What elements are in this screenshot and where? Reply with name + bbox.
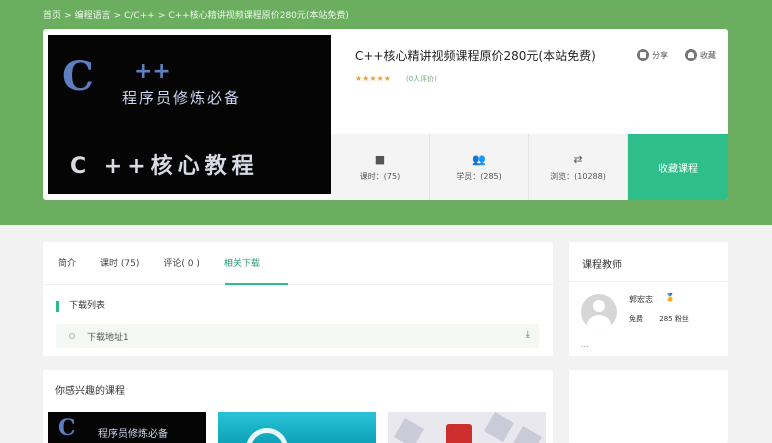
interest-title: 你感兴趣的课程 (55, 386, 125, 397)
interest-panel: 你感兴趣的课程 C 程序员修炼必备 (43, 370, 553, 443)
teacher-meta: 免费 285 粉丝 (629, 314, 703, 324)
course-thumbnail[interactable] (218, 412, 376, 443)
stat-lessons: ■ 课时：(75) (331, 134, 430, 200)
active-tab-indicator (225, 283, 288, 285)
users-icon: 👥 (472, 152, 486, 166)
tab-divider (43, 284, 553, 285)
rating-stars: ★★★★★ (355, 74, 391, 83)
download-item[interactable]: 下载地址1 ⤓ (56, 324, 539, 348)
download-item-label[interactable]: 下载地址1 (87, 330, 129, 343)
cpp-logo (446, 424, 472, 443)
share-label: 分享 (652, 50, 668, 60)
hexagon-shape (483, 412, 515, 443)
thumb-logo-c: C (58, 415, 76, 441)
medal-icon: 🏅 (665, 293, 675, 302)
course-header-card: C ++ 程序员修炼必备 C ++核心教程 C++核心精讲视频课程原价280元(… (43, 29, 728, 200)
cover-big-title: C ++核心教程 (70, 154, 259, 179)
tab-lessons[interactable]: 课时 (75) (100, 256, 139, 269)
breadcrumb-current: C++核心精讲视频课程原价280元(本站免费) (168, 11, 349, 21)
circle-bullet-icon (69, 333, 75, 339)
hexagon-shape (393, 417, 425, 443)
course-tabs-panel: 简介 课时 (75) 评论( 0 ) 相关下载 下载列表 下载地址1 ⤓ (43, 242, 553, 356)
teacher-section-title: 课程教师 (582, 260, 622, 271)
breadcrumb-subcategory[interactable]: C/C++ (124, 11, 155, 21)
share-button[interactable]: 分享 (637, 49, 668, 61)
favorite-button[interactable]: 收藏 (685, 49, 716, 61)
tab-bar: 简介 课时 (75) 评论( 0 ) 相关下载 (58, 256, 284, 269)
teacher-fans: 285 粉丝 (659, 315, 689, 323)
arrows-icon: ⇄ (573, 152, 583, 166)
collect-course-button[interactable]: 收藏课程 (628, 134, 728, 200)
breadcrumb-separator: > (113, 11, 122, 21)
cover-logo-subtitle: 程序员修炼必备 (122, 89, 242, 107)
video-camera-icon: ■ (374, 152, 386, 166)
breadcrumb: 首页 > 编程语言 > C/C++ > C++核心精讲视频课程原价280元(本站免费) (43, 8, 352, 21)
tab-downloads[interactable]: 相关下载 (224, 256, 260, 269)
teacher-name[interactable]: 郭宏志 (629, 294, 653, 305)
course-thumbnail[interactable]: C 程序员修炼必备 (48, 412, 206, 443)
stat-students-label: 学员：(285) (456, 171, 502, 181)
hexagon-shape (511, 425, 543, 443)
breadcrumb-separator: > (157, 11, 166, 21)
cover-logo-plus: ++ (134, 59, 171, 84)
teacher-price: 免费 (629, 315, 643, 323)
sidebar-empty-panel (569, 370, 728, 443)
download-list-heading: 下载列表 (56, 301, 105, 312)
stat-lessons-label: 课时：(75) (359, 171, 401, 181)
course-thumbnail[interactable] (388, 412, 546, 443)
rating-count[interactable]: (0人评价) (406, 74, 437, 84)
teacher-divider (569, 281, 727, 282)
teacher-panel: 课程教师 郭宏志 🏅 免费 285 粉丝 ... (569, 242, 728, 356)
download-icon[interactable]: ⤓ (526, 329, 530, 340)
teacher-more: ... (581, 340, 589, 349)
course-title: C++核心精讲视频课程原价280元(本站免费) (355, 49, 596, 63)
breadcrumb-home[interactable]: 首页 (43, 11, 61, 21)
stat-views: ⇄ 浏览：(10288) (529, 134, 628, 200)
thumb-logo-sub: 程序员修炼必备 (98, 429, 168, 440)
stat-students: 👥 学员：(285) (430, 134, 529, 200)
cover-logo-c: C (62, 53, 94, 100)
share-icon (637, 49, 649, 61)
favorite-label: 收藏 (700, 50, 716, 60)
heart-icon (685, 49, 697, 61)
tab-comments[interactable]: 评论( 0 ) (163, 256, 199, 269)
breadcrumb-separator: > (64, 11, 72, 21)
avatar[interactable] (581, 294, 617, 330)
stat-views-label: 浏览：(10288) (550, 171, 606, 181)
course-stats: ■ 课时：(75) 👥 学员：(285) ⇄ 浏览：(10288) 收藏课程 (331, 134, 728, 200)
breadcrumb-category[interactable]: 编程语言 (75, 11, 111, 21)
course-cover-image: C ++ 程序员修炼必备 C ++核心教程 (48, 35, 331, 194)
tab-intro[interactable]: 简介 (58, 256, 76, 269)
